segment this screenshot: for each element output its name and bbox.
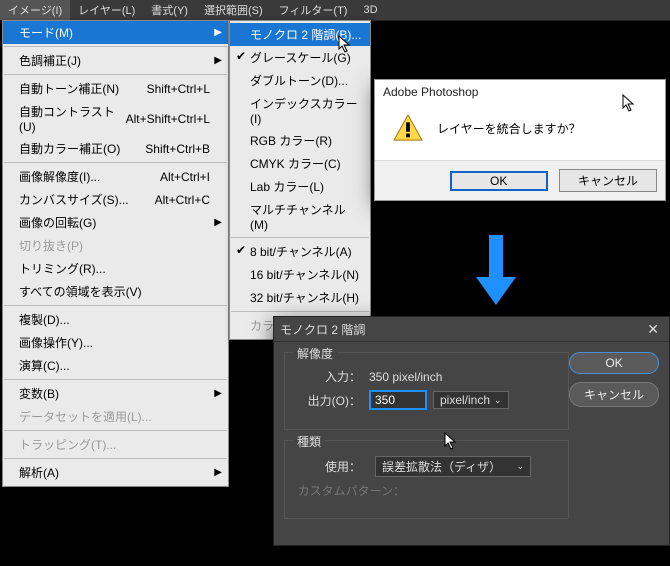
mode-grayscale[interactable]: ✔グレースケール(G): [230, 46, 370, 69]
mode-32bit[interactable]: 32 bit/チャンネル(H): [230, 286, 370, 309]
mode-duotone[interactable]: ダブルトーン(D)...: [230, 69, 370, 92]
arrow-down-icon: [476, 235, 516, 305]
menu-3d[interactable]: 3D: [355, 2, 385, 18]
submenu-arrow-icon: ▶: [214, 27, 222, 38]
menu-trap: トラッピング(T)...: [3, 433, 228, 456]
menu-apply-image[interactable]: 画像操作(Y)...: [3, 331, 228, 354]
menu-mode-label: モード(M): [19, 24, 73, 41]
cancel-button[interactable]: キャンセル: [569, 382, 659, 407]
menu-calculations[interactable]: 演算(C)...: [3, 354, 228, 377]
use-label: 使用：: [295, 458, 361, 475]
shortcut: Shift+Ctrl+B: [145, 142, 210, 156]
menubar: イメージ(I) レイヤー(L) 書式(Y) 選択範囲(S) フィルター(T) 3…: [0, 0, 670, 21]
menu-variables[interactable]: 変数(B) ▶: [3, 382, 228, 405]
chevron-down-icon: ⌄: [494, 395, 502, 406]
output-label: 出力(O)：: [295, 392, 361, 409]
menu-auto-color[interactable]: 自動カラー補正(O) Shift+Ctrl+B: [3, 137, 228, 160]
ok-button[interactable]: OK: [569, 352, 659, 374]
shortcut: Alt+Shift+Ctrl+L: [126, 112, 210, 126]
mode-8bit[interactable]: ✔8 bit/チャンネル(A): [230, 240, 370, 263]
menu-select[interactable]: 選択範囲(S): [196, 0, 271, 20]
shortcut: Alt+Ctrl+C: [155, 193, 210, 207]
mode-bitmap[interactable]: モノクロ 2 階調(B)...: [230, 23, 370, 46]
chevron-down-icon: ⌄: [516, 461, 524, 472]
input-label: 入力：: [295, 368, 361, 385]
menu-reveal-all[interactable]: すべての領域を表示(V): [3, 280, 228, 303]
image-dropdown: モード(M) ▶ 色調補正(J) ▶ 自動トーン補正(N) Shift+Ctrl…: [2, 20, 229, 487]
menu-type[interactable]: 書式(Y): [143, 0, 196, 20]
mode-submenu: モノクロ 2 階調(B)... ✔グレースケール(G) ダブルトーン(D)...…: [229, 20, 371, 340]
dialog-title: Adobe Photoshop: [375, 80, 665, 104]
resolution-group: 解像度 入力： 350 pixel/inch 出力(O)： 350 pixel/…: [284, 352, 569, 430]
menu-adjustments[interactable]: 色調補正(J) ▶: [3, 49, 228, 72]
mode-rgb[interactable]: RGB カラー(R): [230, 129, 370, 152]
menu-canvas-size[interactable]: カンバスサイズ(S)... Alt+Ctrl+C: [3, 188, 228, 211]
cancel-button[interactable]: キャンセル: [559, 169, 657, 192]
close-button[interactable]: ✕: [643, 321, 663, 338]
submenu-arrow-icon: ▶: [214, 388, 222, 399]
check-icon: ✔: [236, 49, 246, 63]
group-legend: 種類: [293, 433, 325, 450]
menu-trim[interactable]: トリミング(R)...: [3, 257, 228, 280]
shortcut: Shift+Ctrl+L: [147, 82, 210, 96]
check-icon: ✔: [236, 243, 246, 257]
submenu-arrow-icon: ▶: [214, 217, 222, 228]
menu-mode[interactable]: モード(M) ▶: [3, 21, 228, 44]
menu-layer[interactable]: レイヤー(L): [70, 0, 143, 20]
mode-multichannel[interactable]: マルチチャンネル(M): [230, 198, 370, 235]
submenu-arrow-icon: ▶: [214, 55, 222, 66]
flatten-layers-dialog: Adobe Photoshop レイヤーを統合しますか？ OK キャンセル: [374, 79, 666, 201]
method-group: 種類 使用： 誤差拡散法（ディザ）⌄ カスタムパターン：: [284, 440, 569, 519]
group-legend: 解像度: [293, 345, 337, 362]
menu-crop: 切り抜き(P): [3, 234, 228, 257]
menu-image-size[interactable]: 画像解像度(I)... Alt+Ctrl+I: [3, 165, 228, 188]
menu-filter[interactable]: フィルター(T): [271, 0, 356, 20]
menu-image-rotation[interactable]: 画像の回転(G) ▶: [3, 211, 228, 234]
dialog-title: モノクロ 2 階調: [280, 321, 365, 338]
mode-16bit[interactable]: 16 bit/チャンネル(N): [230, 263, 370, 286]
dialog-message: レイヤーを統合しますか？: [437, 120, 581, 137]
menu-auto-contrast[interactable]: 自動コントラスト(U) Alt+Shift+Ctrl+L: [3, 100, 228, 137]
custom-pattern-label: カスタムパターン：: [295, 482, 405, 499]
mode-cmyk[interactable]: CMYK カラー(C): [230, 152, 370, 175]
method-select[interactable]: 誤差拡散法（ディザ）⌄: [375, 456, 531, 477]
unit-select[interactable]: pixel/inch⌄: [433, 391, 509, 409]
shortcut: Alt+Ctrl+I: [160, 170, 210, 184]
menu-image[interactable]: イメージ(I): [0, 0, 70, 20]
mode-lab[interactable]: Lab カラー(L): [230, 175, 370, 198]
mode-indexed[interactable]: インデックスカラー(I): [230, 92, 370, 129]
submenu-arrow-icon: ▶: [214, 467, 222, 478]
menu-apply-dataset: データセットを適用(L)...: [3, 405, 228, 428]
menu-auto-tone[interactable]: 自動トーン補正(N) Shift+Ctrl+L: [3, 77, 228, 100]
ok-button[interactable]: OK: [450, 171, 548, 191]
output-resolution-input[interactable]: 350: [369, 390, 427, 410]
bitmap-dialog: モノクロ 2 階調 ✕ 解像度 入力： 350 pixel/inch 出力(O)…: [273, 316, 670, 546]
input-resolution-value: 350 pixel/inch: [369, 370, 442, 384]
menu-analysis[interactable]: 解析(A) ▶: [3, 461, 228, 484]
warning-icon: [393, 114, 423, 142]
menu-duplicate[interactable]: 複製(D)...: [3, 308, 228, 331]
